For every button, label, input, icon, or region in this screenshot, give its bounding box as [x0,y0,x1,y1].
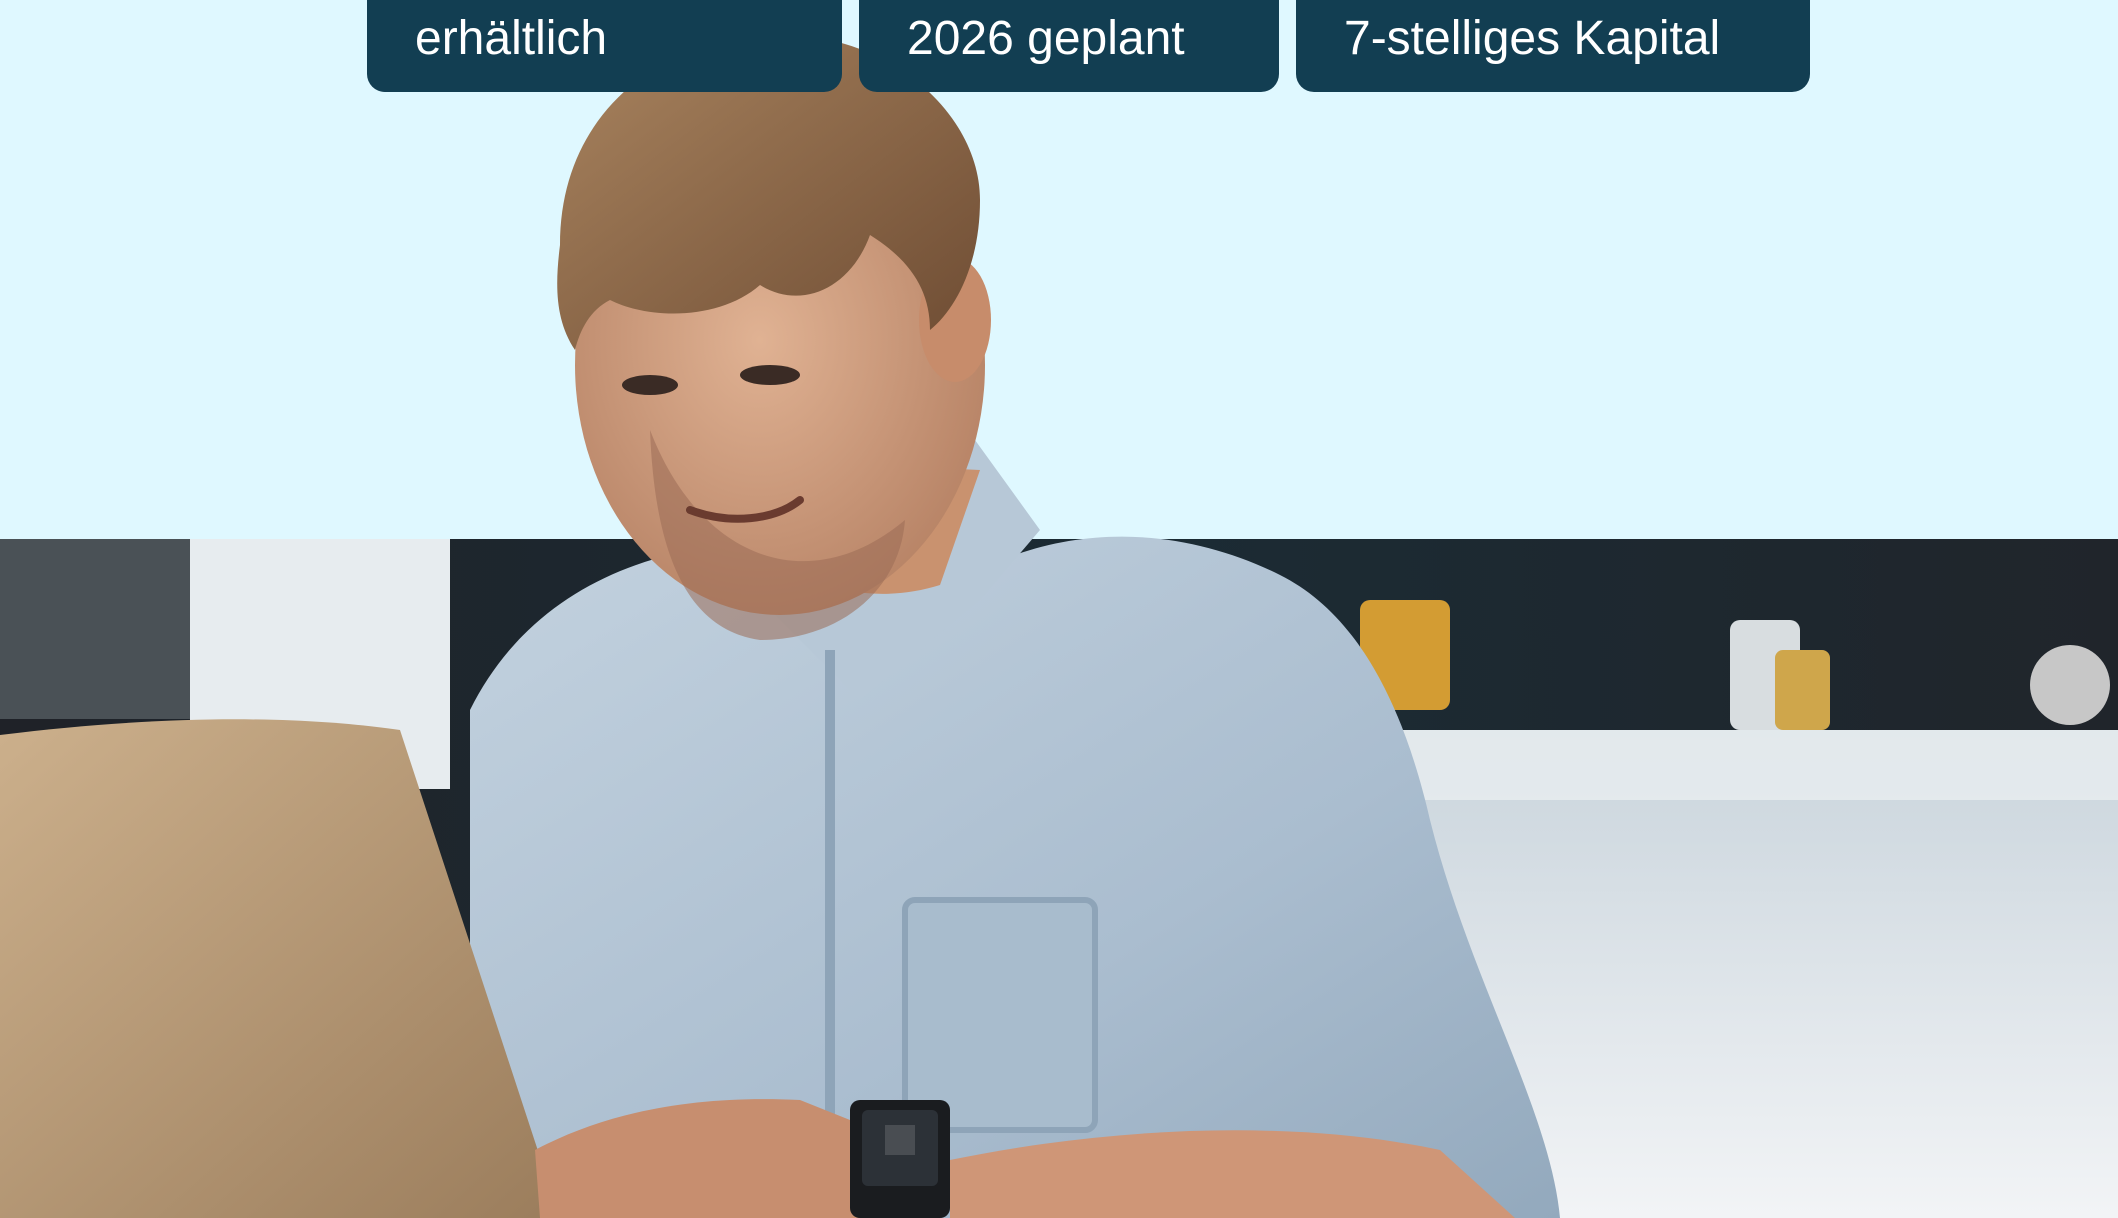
page: erhältlich 2026 geplant 7-stelliges Kapi… [0,0,2118,1218]
person-at-laptop-photo [0,34,2118,1218]
feature-card-capital: 7-stelliges Kapital [1296,0,1810,92]
feature-card-capital-text: 7-stelliges Kapital [1344,12,1721,66]
hero-photo [0,0,2118,1218]
feature-card-planned: 2026 geplant [859,0,1279,92]
feature-card-availability: erhältlich [367,0,842,92]
feature-card-planned-text: 2026 geplant [907,12,1185,66]
feature-cards: erhältlich 2026 geplant 7-stelliges Kapi… [0,0,2118,92]
feature-card-availability-text: erhältlich [415,12,608,66]
